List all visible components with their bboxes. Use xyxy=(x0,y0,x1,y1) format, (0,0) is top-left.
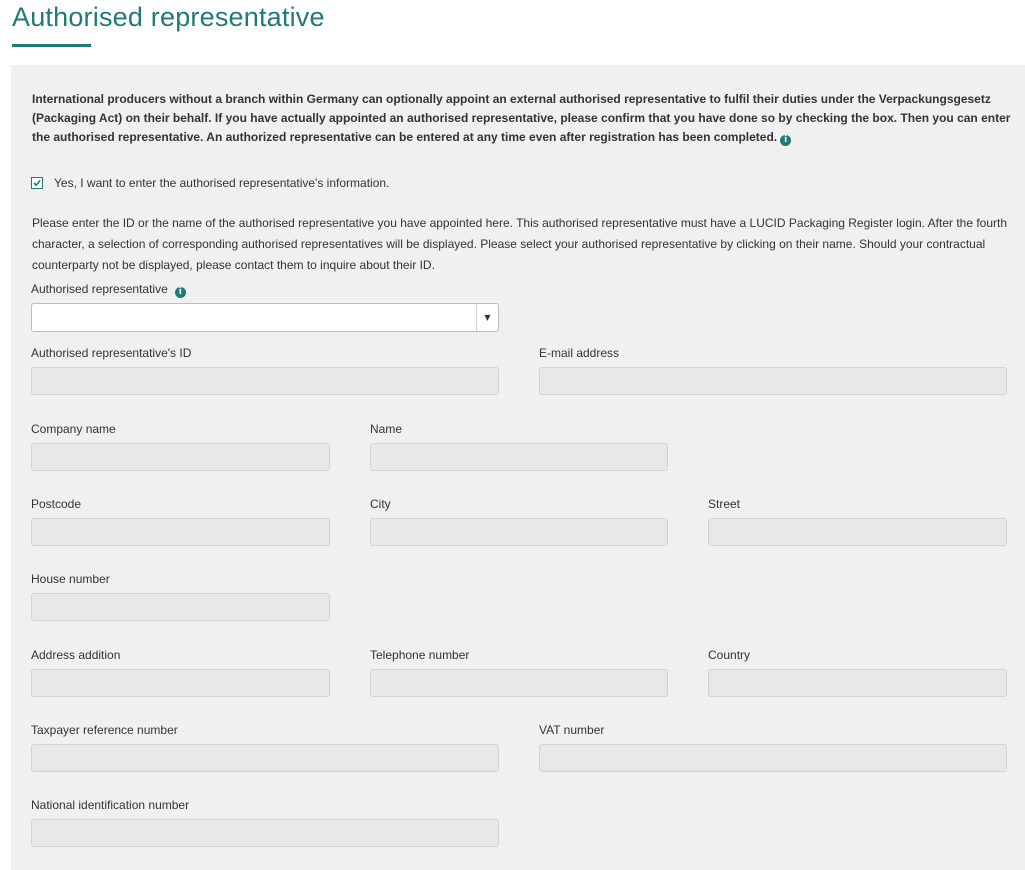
telephone-field[interactable] xyxy=(370,669,668,697)
vat-number-label: VAT number xyxy=(539,723,605,737)
info-icon[interactable]: i xyxy=(780,135,792,146)
email-label: E-mail address xyxy=(539,346,620,360)
national-id-field[interactable] xyxy=(31,819,499,847)
chevron-down-icon[interactable]: ▼ xyxy=(476,304,498,331)
postcode-label: Postcode xyxy=(31,497,82,511)
telephone-label: Telephone number xyxy=(370,648,470,662)
checkmark-icon xyxy=(33,179,41,187)
rep-id-label: Authorised representative's ID xyxy=(31,346,192,360)
representative-select-label: Authorised representative xyxy=(31,282,168,296)
representative-select[interactable]: ▼ xyxy=(31,303,499,332)
street-field[interactable] xyxy=(708,518,1007,546)
street-label: Street xyxy=(708,497,741,511)
name-field[interactable] xyxy=(370,443,668,471)
intro-text-block: International producers without a branch… xyxy=(32,90,1017,147)
enter-representative-checkbox[interactable] xyxy=(31,177,43,189)
national-id-label: National identification number xyxy=(31,798,190,812)
house-number-label: House number xyxy=(31,572,110,586)
instructions-text: Please enter the ID or the name of the a… xyxy=(32,216,1008,272)
info-icon[interactable]: i xyxy=(174,287,186,298)
representative-select-label-row: Authorised representative i xyxy=(31,282,186,298)
name-label: Name xyxy=(370,422,403,436)
company-name-field[interactable] xyxy=(31,443,330,471)
taxpayer-ref-label: Taxpayer reference number xyxy=(31,723,178,737)
checkbox-label: Yes, I want to enter the authorised repr… xyxy=(54,176,390,190)
vat-number-field[interactable] xyxy=(539,744,1007,772)
company-name-label: Company name xyxy=(31,422,116,436)
address-addition-label: Address addition xyxy=(31,648,121,662)
postcode-field[interactable] xyxy=(31,518,330,546)
country-label: Country xyxy=(708,648,751,662)
country-field[interactable] xyxy=(708,669,1007,697)
taxpayer-ref-field[interactable] xyxy=(31,744,499,772)
city-field[interactable] xyxy=(370,518,668,546)
page-title: Authorised representative xyxy=(12,2,325,32)
city-label: City xyxy=(370,497,391,511)
title-underline xyxy=(12,44,91,47)
house-number-field[interactable] xyxy=(31,593,330,621)
representative-panel: International producers without a branch… xyxy=(11,65,1025,870)
intro-text: International producers without a branch… xyxy=(32,92,1011,144)
email-field[interactable] xyxy=(539,367,1007,395)
rep-id-field[interactable] xyxy=(31,367,499,395)
address-addition-field[interactable] xyxy=(31,669,330,697)
